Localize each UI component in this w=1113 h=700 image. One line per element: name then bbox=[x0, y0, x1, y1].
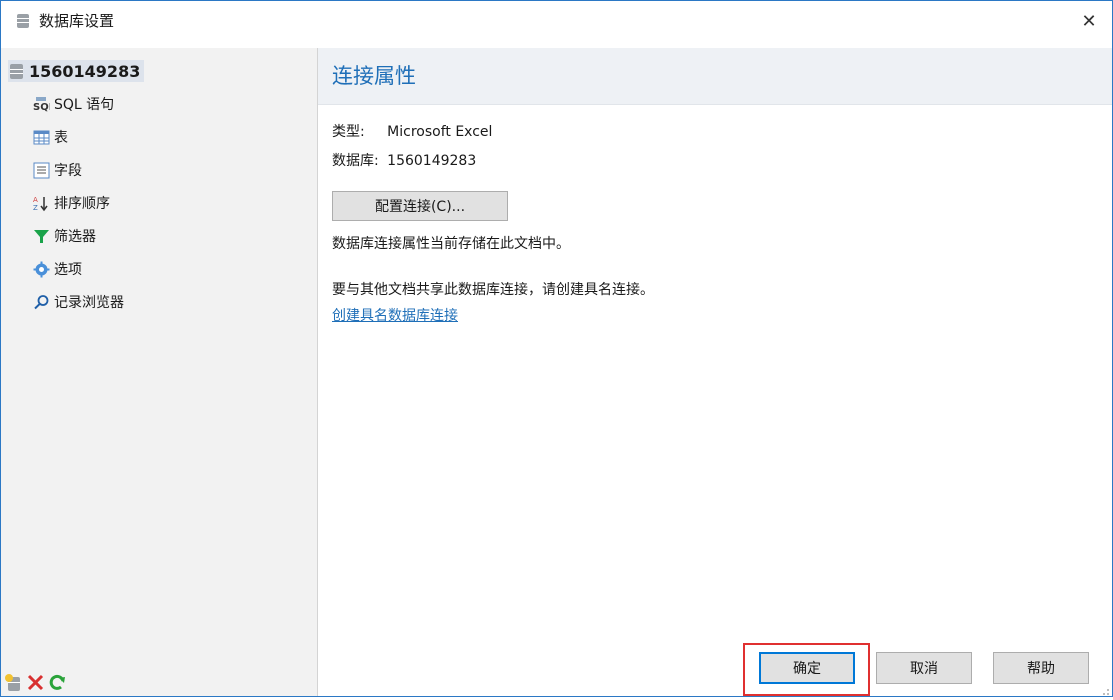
cancel-button[interactable]: 取消 bbox=[876, 652, 972, 684]
navigation-sidebar: 1560149283 SQL SQL 语句 bbox=[1, 48, 318, 696]
sql-icon: SQL bbox=[33, 96, 50, 113]
database-settings-dialog: 数据库设置 ✕ 1560149283 SQL SQL 语句 bbox=[0, 0, 1113, 697]
database-value: 1560149283 bbox=[387, 153, 477, 169]
sidebar-toolbar bbox=[1, 672, 317, 696]
fields-icon bbox=[33, 162, 50, 179]
refresh-icon bbox=[48, 673, 67, 696]
sidebar-item-table[interactable]: 表 bbox=[33, 125, 68, 149]
close-icon: ✕ bbox=[1081, 10, 1097, 32]
page-title: 连接属性 bbox=[332, 64, 416, 88]
delete-icon bbox=[26, 673, 45, 696]
database-icon bbox=[15, 13, 31, 29]
sidebar-item-label: 表 bbox=[54, 130, 68, 146]
close-button[interactable]: ✕ bbox=[1066, 1, 1112, 41]
svg-text:Z: Z bbox=[33, 204, 38, 212]
sidebar-item-record-browser[interactable]: 记录浏览器 bbox=[33, 290, 124, 314]
sidebar-item-fields[interactable]: 字段 bbox=[33, 158, 82, 182]
gear-icon bbox=[33, 261, 50, 278]
type-label: 类型: bbox=[332, 124, 365, 140]
storage-info-text: 数据库连接属性当前存储在此文档中。 bbox=[332, 236, 570, 252]
sidebar-item-label: 排序顺序 bbox=[54, 196, 110, 212]
sidebar-item-label: 字段 bbox=[54, 163, 82, 179]
type-value: Microsoft Excel bbox=[387, 124, 493, 140]
resize-grip-icon[interactable] bbox=[1100, 684, 1110, 695]
ok-button[interactable]: 确定 bbox=[759, 652, 855, 684]
sidebar-item-sql[interactable]: SQL SQL 语句 bbox=[33, 92, 114, 116]
delete-button[interactable] bbox=[26, 673, 45, 696]
sidebar-item-label: 筛选器 bbox=[54, 229, 96, 245]
sort-icon: A Z bbox=[33, 195, 50, 212]
svg-text:SQL: SQL bbox=[33, 102, 50, 113]
refresh-button[interactable] bbox=[48, 673, 67, 696]
svg-text:A: A bbox=[33, 196, 38, 204]
connection-properties-panel: 连接属性 类型: Microsoft Excel 数据库: 1560149283… bbox=[318, 48, 1112, 696]
database-icon bbox=[8, 63, 25, 80]
tree-root-database[interactable]: 1560149283 bbox=[8, 60, 145, 82]
section-header: 连接属性 bbox=[318, 48, 1112, 105]
sidebar-item-options[interactable]: 选项 bbox=[33, 257, 82, 281]
sidebar-item-label: SQL 语句 bbox=[54, 97, 115, 113]
configure-connection-button[interactable]: 配置连接(C)... bbox=[332, 191, 508, 221]
sidebar-item-filter[interactable]: 筛选器 bbox=[33, 224, 96, 248]
help-button[interactable]: 帮助 bbox=[993, 652, 1089, 684]
database-label: 数据库: bbox=[332, 153, 379, 169]
share-info-text: 要与其他文档共享此数据库连接，请创建具名连接。 bbox=[332, 282, 654, 298]
create-named-connection-link[interactable]: 创建具名数据库连接 bbox=[332, 305, 458, 325]
add-database-button[interactable] bbox=[4, 673, 23, 696]
search-icon bbox=[33, 294, 50, 311]
sidebar-item-label: 记录浏览器 bbox=[54, 295, 124, 311]
title-bar: 数据库设置 ✕ bbox=[1, 1, 1112, 41]
sidebar-item-label: 选项 bbox=[54, 262, 82, 278]
tree-root-label: 1560149283 bbox=[29, 61, 141, 81]
database-row: 数据库: 1560149283 bbox=[332, 151, 476, 171]
add-database-icon bbox=[4, 673, 23, 696]
filter-icon bbox=[33, 228, 50, 245]
type-row: 类型: Microsoft Excel bbox=[332, 122, 492, 142]
sidebar-item-sort[interactable]: A Z 排序顺序 bbox=[33, 191, 110, 215]
window-title: 数据库设置 bbox=[39, 12, 115, 30]
table-icon bbox=[33, 129, 50, 146]
